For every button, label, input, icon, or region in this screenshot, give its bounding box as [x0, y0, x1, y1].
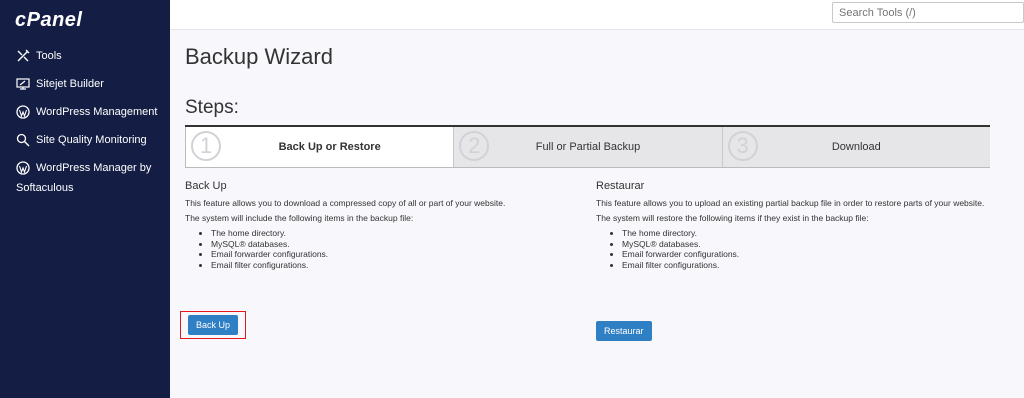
- sidebar-item-label: Sitejet Builder: [36, 78, 104, 90]
- sidebar-item-wordpress-management[interactable]: WordPress Management: [0, 104, 170, 120]
- list-item: The home directory.: [622, 228, 990, 239]
- backup-description: This feature allows you to download a co…: [185, 198, 506, 208]
- list-item: Email forwarder configurations.: [622, 249, 990, 260]
- cpanel-logo[interactable]: cPanel: [15, 9, 82, 32]
- sidebar-item-wordpress-manager[interactable]: WordPress Manager by Softaculous: [0, 160, 170, 196]
- step-number-circle: 1: [191, 131, 221, 161]
- step-label: Back Up or Restore: [278, 141, 381, 153]
- sidebar-item-label: WordPress Manager by: [36, 162, 152, 174]
- list-item: Email forwarder configurations.: [211, 249, 565, 260]
- wordpress-icon: [16, 161, 30, 175]
- list-item: The home directory.: [211, 228, 565, 239]
- steps-title: Steps:: [185, 97, 239, 118]
- restore-intro: The system will restore the following it…: [596, 213, 869, 223]
- tools-icon: [16, 49, 30, 63]
- back-up-button[interactable]: Back Up: [187, 315, 238, 335]
- sidebar-item-label-cont: Softaculous: [16, 182, 74, 194]
- steps-bar: 1 Back Up or Restore 2 Full or Partial B…: [185, 125, 990, 168]
- backup-section: Back Up This feature allows you to downl…: [180, 180, 565, 339]
- sidebar-nav: Tools Sitejet Builder WordPress Manageme…: [0, 48, 170, 208]
- sidebar-item-site-quality[interactable]: Site Quality Monitoring: [0, 132, 170, 148]
- wordpress-icon: [16, 105, 30, 119]
- sidebar: cPanel Tools Sitejet Builder WordPress M…: [0, 0, 170, 398]
- list-item: Email filter configurations.: [211, 260, 565, 271]
- page-title: Backup Wizard: [185, 44, 333, 69]
- step-2: 2 Full or Partial Backup: [453, 127, 722, 167]
- restore-title: Restaurar: [596, 180, 645, 192]
- backup-intro: The system will include the following it…: [185, 213, 414, 223]
- backup-title: Back Up: [185, 180, 227, 192]
- sidebar-item-tools[interactable]: Tools: [0, 48, 170, 64]
- restore-section: Restaurar This feature allows you to upl…: [596, 180, 990, 341]
- step-3: 3 Download: [721, 127, 990, 167]
- list-item: MySQL® databases.: [211, 239, 565, 250]
- list-item: Email filter configurations.: [622, 260, 990, 271]
- step-label: Download: [831, 141, 881, 153]
- restore-items-list: The home directory. MySQL® databases. Em…: [596, 228, 990, 270]
- step-number-circle: 2: [459, 131, 490, 161]
- magnifier-icon: [16, 133, 30, 147]
- backup-items-list: The home directory. MySQL® databases. Em…: [185, 228, 565, 270]
- sidebar-item-label: Site Quality Monitoring: [36, 134, 147, 146]
- restaurar-button[interactable]: Restaurar: [596, 321, 652, 341]
- list-item: MySQL® databases.: [622, 239, 990, 250]
- sidebar-item-label: WordPress Management: [36, 106, 158, 118]
- sitejet-icon: [16, 77, 30, 91]
- step-label: Full or Partial Backup: [535, 141, 641, 153]
- sidebar-item-sitejet[interactable]: Sitejet Builder: [0, 76, 170, 92]
- step-number-circle: 3: [727, 131, 758, 161]
- highlight-box: Back Up: [180, 311, 246, 339]
- search-input[interactable]: [832, 2, 1024, 23]
- top-bar: [170, 0, 1024, 30]
- sidebar-item-label: Tools: [36, 50, 62, 62]
- restore-description: This feature allows you to upload an exi…: [596, 198, 985, 208]
- step-1: 1 Back Up or Restore: [185, 127, 454, 167]
